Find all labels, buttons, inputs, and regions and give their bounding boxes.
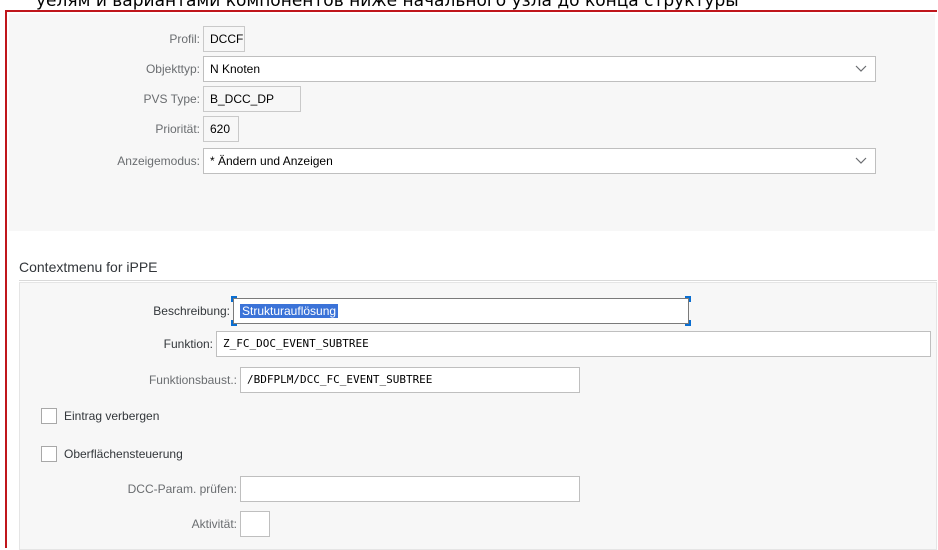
anzeigemodus-value: * Ändern und Anzeigen bbox=[210, 154, 333, 168]
prioritaet-label: Priorität: bbox=[155, 122, 200, 136]
pvs-type-label: PVS Type: bbox=[143, 92, 200, 106]
profil-label: Profil: bbox=[169, 32, 200, 46]
aktivitaet-input[interactable] bbox=[240, 511, 270, 537]
funktion-input[interactable]: Z_FC_DOC_EVENT_SUBTREE bbox=[216, 331, 931, 357]
oberflaechensteuerung-checkbox[interactable] bbox=[41, 446, 57, 462]
funktionsbaust-input[interactable]: /BDFPLM/DCC_FC_EVENT_SUBTREE bbox=[240, 367, 580, 393]
focus-corner-bl bbox=[231, 320, 237, 326]
header-section: Profil: DCCFS Objekttyp: N Knoten PVS Ty… bbox=[9, 14, 935, 231]
beschreibung-value: Strukturauflösung bbox=[240, 304, 339, 318]
oberflaechensteuerung-label: Oberflächensteuerung bbox=[64, 447, 183, 461]
dcc-param-input[interactable] bbox=[240, 476, 580, 502]
pvs-type-field: B_DCC_DP bbox=[203, 86, 301, 112]
anzeigemodus-label: Anzeigemodus: bbox=[117, 154, 200, 168]
eintrag-verbergen-label: Eintrag verbergen bbox=[64, 409, 160, 423]
focus-corner-tr bbox=[685, 296, 691, 302]
objekttyp-select[interactable]: N Knoten bbox=[203, 56, 876, 82]
group-divider bbox=[19, 280, 937, 281]
beschreibung-label: Beschreibung: bbox=[153, 304, 230, 318]
aktivitaet-label: Aktivität: bbox=[191, 517, 237, 531]
objekttyp-label: Objekttyp: bbox=[145, 62, 200, 76]
funktion-label: Funktion: bbox=[163, 337, 213, 351]
focus-corner-br bbox=[685, 320, 691, 326]
focus-corner-tl bbox=[231, 296, 237, 302]
funktionsbaust-label: Funktionsbaust.: bbox=[148, 373, 237, 387]
objekttyp-value: N Knoten bbox=[210, 62, 261, 76]
anzeigemodus-select[interactable]: * Ändern und Anzeigen bbox=[203, 148, 876, 174]
eintrag-verbergen-checkbox[interactable] bbox=[41, 408, 57, 424]
profil-field: DCCFS bbox=[203, 26, 245, 52]
contextmenu-group: Beschreibung: Strukturauflösung Funktion… bbox=[19, 282, 937, 550]
dcc-param-label: DCC-Param. prüfen: bbox=[127, 482, 237, 496]
group-title: Contextmenu for iPPE bbox=[19, 259, 158, 275]
form-frame: Profil: DCCFS Objekttyp: N Knoten PVS Ty… bbox=[5, 10, 937, 550]
prioritaet-field: 620 bbox=[203, 116, 239, 142]
chevron-down-icon[interactable] bbox=[855, 149, 867, 173]
chevron-down-icon[interactable] bbox=[855, 57, 867, 81]
beschreibung-input[interactable]: Strukturauflösung bbox=[233, 298, 689, 324]
